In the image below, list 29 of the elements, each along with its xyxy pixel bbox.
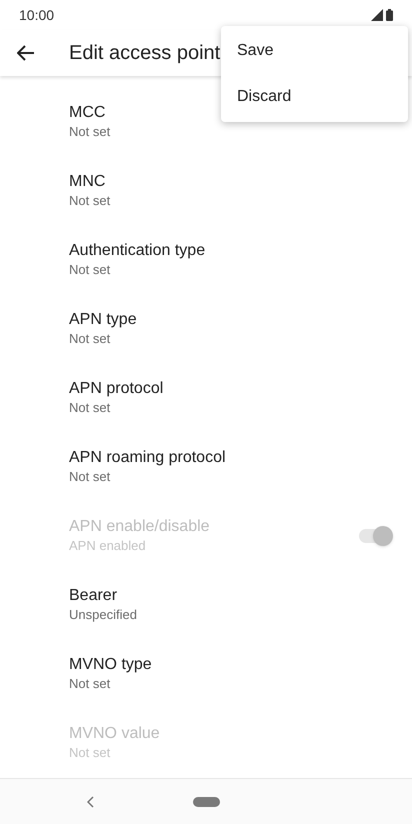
setting-summary: APN enabled xyxy=(69,536,147,554)
setting-summary: Unspecified xyxy=(69,606,137,624)
setting-title: MCC xyxy=(69,102,106,122)
back-icon[interactable] xyxy=(87,796,95,808)
setting-title: MVNO type xyxy=(69,654,152,674)
setting-summary: Not set xyxy=(69,744,112,762)
setting-summary: Not set xyxy=(69,468,112,486)
setting-title: Bearer xyxy=(69,586,118,606)
setting-title: APN protocol xyxy=(69,378,164,398)
menu-item[interactable]: Save xyxy=(221,28,408,74)
setting-title: MVNO value xyxy=(69,724,160,744)
setting-summary: Not set xyxy=(69,122,110,140)
setting-summary: Not set xyxy=(69,192,110,210)
setting-title: APN type xyxy=(69,310,137,330)
signal-icon xyxy=(371,9,383,21)
setting-summary: Not set xyxy=(69,674,112,692)
setting-summary: Not set xyxy=(69,260,112,278)
battery-icon xyxy=(386,9,393,21)
home-pill[interactable] xyxy=(193,796,220,806)
setting-summary: Not set xyxy=(69,330,112,348)
setting-summary: Not set xyxy=(69,398,112,416)
setting-title: Authentication type xyxy=(69,240,206,260)
status-time: 10:00 xyxy=(19,6,54,24)
screen-title: Edit access point xyxy=(69,41,220,66)
setting-title: APN roaming protocol xyxy=(69,448,226,468)
setting-title: MNC xyxy=(69,172,106,192)
back-arrow-icon xyxy=(17,45,35,61)
menu-item[interactable]: Discard xyxy=(221,74,408,120)
setting-title: APN enable/disable xyxy=(69,516,210,536)
